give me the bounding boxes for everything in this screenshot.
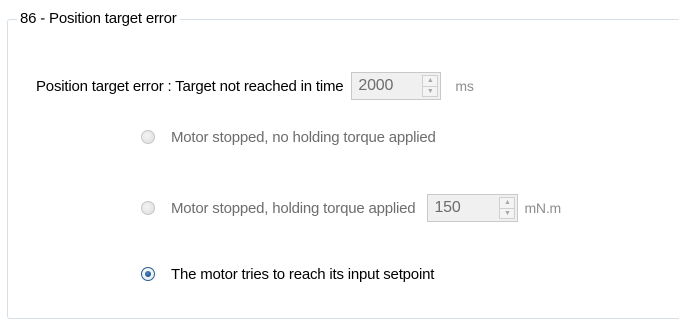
groupbox-title: 86 - Position target error bbox=[17, 10, 180, 28]
option-reach-setpoint-label: The motor tries to reach its input setpo… bbox=[171, 265, 435, 283]
option-holding-torque-label: Motor stopped, holding torque applied bbox=[171, 199, 416, 217]
radio-holding-torque[interactable] bbox=[141, 201, 155, 215]
torque-unit: mN.m bbox=[524, 200, 561, 216]
up-arrow-icon[interactable]: ▲ bbox=[500, 198, 515, 209]
timeout-row: Position target error : Target not reach… bbox=[36, 72, 474, 100]
option-no-holding-torque-label: Motor stopped, no holding torque applied bbox=[171, 128, 436, 146]
timeout-value[interactable]: 2000 bbox=[352, 77, 393, 95]
down-arrow-icon[interactable]: ▼ bbox=[500, 209, 514, 219]
radio-selected-dot bbox=[145, 271, 151, 277]
torque-spinbox[interactable]: 150 ▲ ▼ bbox=[427, 194, 519, 222]
timeout-unit: ms bbox=[455, 78, 474, 94]
option-reach-setpoint[interactable]: The motor tries to reach its input setpo… bbox=[141, 264, 434, 284]
option-no-holding-torque[interactable]: Motor stopped, no holding torque applied bbox=[141, 127, 436, 147]
timeout-spinbox[interactable]: 2000 ▲ ▼ bbox=[351, 72, 442, 100]
option-holding-torque[interactable]: Motor stopped, holding torque applied 15… bbox=[141, 194, 561, 222]
radio-reach-setpoint[interactable] bbox=[141, 267, 155, 281]
torque-value[interactable]: 150 bbox=[428, 199, 460, 217]
up-arrow-icon[interactable]: ▲ bbox=[423, 76, 438, 87]
timeout-spin-buttons[interactable]: ▲ ▼ bbox=[422, 75, 439, 97]
torque-spin-buttons[interactable]: ▲ ▼ bbox=[499, 197, 516, 219]
timeout-label: Position target error : Target not reach… bbox=[36, 77, 344, 95]
down-arrow-icon[interactable]: ▼ bbox=[423, 87, 437, 97]
radio-no-holding-torque[interactable] bbox=[141, 130, 155, 144]
